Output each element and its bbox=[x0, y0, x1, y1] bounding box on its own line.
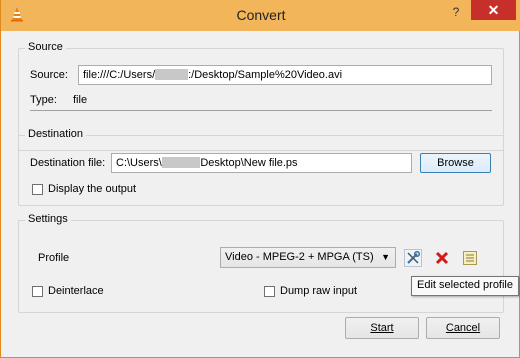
delete-profile-icon[interactable] bbox=[433, 249, 451, 267]
dump-raw-input-checkbox[interactable] bbox=[264, 286, 275, 297]
source-value-suffix: :/Desktop/Sample%20Video.avi bbox=[188, 69, 343, 81]
source-value-prefix: file:///C:/Users/ bbox=[83, 69, 156, 81]
tooltip: Edit selected profile bbox=[411, 276, 519, 296]
new-profile-icon[interactable] bbox=[461, 249, 479, 267]
dialog-body: Source Source: file:///C:/Users/xxxxxx:/… bbox=[9, 31, 512, 350]
destination-value-prefix: C:\Users\ bbox=[116, 157, 162, 169]
source-field[interactable]: file:///C:/Users/xxxxxx:/Desktop/Sample%… bbox=[78, 65, 492, 85]
type-label: Type: bbox=[30, 94, 57, 106]
convert-dialog: Convert ? ✕ Source Source: file:///C:/Us… bbox=[0, 0, 520, 358]
help-button[interactable]: ? bbox=[447, 3, 465, 21]
deinterlace-label: Deinterlace bbox=[48, 285, 104, 297]
display-output-checkbox[interactable] bbox=[32, 184, 43, 195]
deinterlace-checkbox[interactable] bbox=[32, 286, 43, 297]
destination-file-label: Destination file: bbox=[30, 157, 106, 169]
source-label: Source: bbox=[30, 69, 68, 81]
profile-label: Profile bbox=[38, 252, 70, 264]
settings-group: Settings Profile Video - MPEG-2 + MPGA (… bbox=[18, 213, 504, 313]
destination-value-suffix: Desktop\New file.ps bbox=[200, 157, 298, 169]
destination-group-title: Destination bbox=[25, 128, 87, 140]
redacted-username: xxxxxx bbox=[155, 69, 189, 80]
start-button[interactable]: Start bbox=[345, 317, 419, 339]
wrench-screwdriver-icon[interactable] bbox=[404, 249, 422, 267]
browse-button[interactable]: Browse bbox=[420, 153, 491, 173]
dump-raw-input-label: Dump raw input bbox=[280, 285, 358, 297]
start-button-label: Start bbox=[370, 322, 394, 334]
redacted-username: xxxxxxx bbox=[161, 157, 201, 168]
profile-select[interactable]: Video - MPEG-2 + MPGA (TS) ▼ bbox=[220, 247, 396, 268]
destination-group: Destination Destination file: C:\Users\x… bbox=[18, 128, 504, 206]
source-group-title: Source bbox=[25, 41, 66, 53]
cancel-button[interactable]: Cancel bbox=[426, 317, 500, 339]
profile-selected-value: Video - MPEG-2 + MPGA (TS) bbox=[225, 251, 374, 263]
destination-file-field[interactable]: C:\Users\xxxxxxxDesktop\New file.ps bbox=[111, 153, 412, 173]
source-separator bbox=[30, 110, 492, 111]
chevron-down-icon: ▼ bbox=[381, 252, 390, 262]
settings-group-title: Settings bbox=[25, 213, 71, 225]
title-bar[interactable]: Convert ? ✕ bbox=[1, 0, 520, 31]
type-value: file bbox=[73, 94, 88, 106]
display-output-label: Display the output bbox=[48, 183, 137, 195]
window-title: Convert bbox=[236, 7, 286, 23]
cancel-button-label: Cancel bbox=[445, 322, 481, 334]
close-button[interactable]: ✕ bbox=[471, 0, 516, 20]
